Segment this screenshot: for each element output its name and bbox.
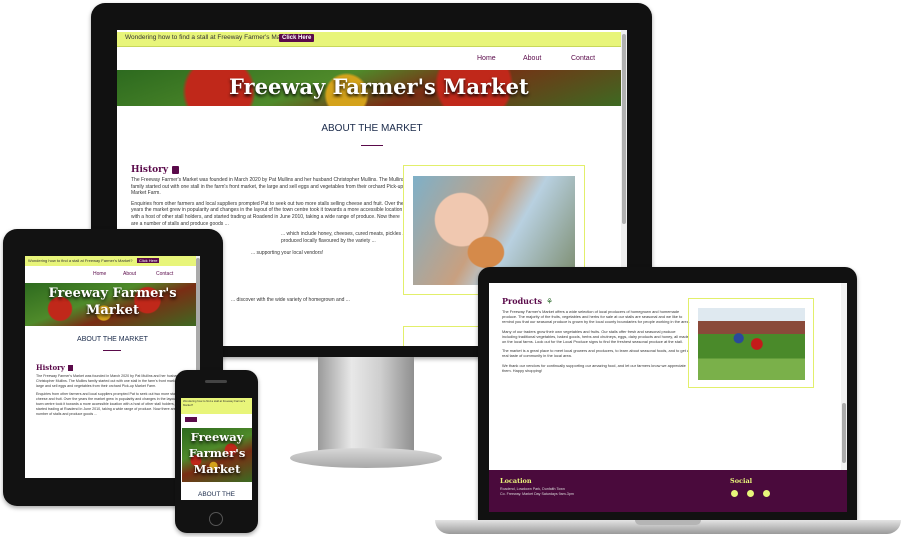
tablet-heading-divider (103, 350, 121, 351)
phone-screen: Wondering how to find a stall at Freeway… (181, 398, 252, 500)
products-paragraph-1: The Freeway Farmer's Market offers a wid… (502, 309, 690, 325)
announcement-text: Wondering how to find a stall at Freeway… (125, 34, 295, 41)
tablet-history-heading-text: History (36, 363, 65, 372)
garden-image-card (688, 298, 814, 388)
desktop-stand (318, 357, 414, 455)
phone-hero-image: Freeway Farmer's Market (182, 428, 252, 482)
tablet-screen: Wondering how to find a stall at Freeway… (25, 256, 200, 478)
footer-location-line-1: Roadend, Lowdown Park, Dunfaith Town (500, 487, 565, 491)
tablet-click-here-button[interactable]: Click Here (137, 258, 160, 263)
products-heading: Products ⚘ (502, 296, 692, 306)
site-title: Freeway Farmer's Market (229, 74, 529, 99)
tablet-history-section: History The Freeway Farmer's Market was … (36, 363, 191, 417)
laptop-notch (635, 520, 701, 525)
tablet-book-icon (67, 364, 73, 371)
history-heading-text: History (131, 165, 169, 175)
instagram-icon[interactable] (763, 490, 770, 497)
facebook-icon[interactable] (731, 490, 738, 497)
phone-device: Wondering how to find a stall at Freeway… (175, 370, 258, 533)
laptop-scrollbar[interactable] (841, 283, 847, 473)
book-icon (172, 166, 180, 174)
tablet-banner: Wondering how to find a stall at Freeway… (25, 256, 200, 266)
seedling-icon: ⚘ (546, 296, 554, 306)
laptop-scrollbar-thumb[interactable] (842, 403, 846, 463)
phone-site-title-3: Market (193, 462, 241, 476)
tablet-history-paragraph-2: Enquiries from other farmers and local s… (36, 392, 190, 416)
phone-banner-text: Wondering how to find a stall at Freeway… (183, 399, 246, 407)
products-paragraph-3: The market is a great place to meet loca… (502, 348, 690, 359)
phone-speaker (205, 380, 227, 383)
laptop-device: Products ⚘ The Freeway Farmer's Market o… (478, 267, 857, 520)
phone-banner: Wondering how to find a stall at Freeway… (181, 398, 252, 414)
nav-link-contact[interactable]: Contact (571, 55, 595, 62)
phone-home-button[interactable] (209, 512, 223, 526)
phone-site-title-2: Farmer's (188, 446, 246, 460)
announcement-banner: Wondering how to find a stall at Freeway… (117, 32, 627, 47)
tablet-nav-contact[interactable]: Contact (156, 271, 173, 277)
tablet-nav-home[interactable]: Home (93, 271, 106, 277)
phone-site-title-1: Freeway (190, 430, 244, 444)
twitter-icon[interactable] (747, 490, 754, 497)
nav-link-about[interactable]: About (523, 55, 541, 62)
products-heading-text: Products (502, 296, 543, 306)
desktop-stand-base (290, 448, 442, 468)
tablet-banner-text: Wondering how to find a stall at Freeway… (28, 258, 133, 263)
desktop-scrollbar-thumb[interactable] (622, 34, 626, 224)
tablet-hero-image: Freeway Farmer's Market (25, 283, 200, 326)
products-paragraph-4: We thank our vendors for continually sup… (502, 362, 686, 373)
products-paragraph-2: Many of our traders grow their own veget… (502, 328, 689, 345)
tablet-about-heading: ABOUT THE MARKET (77, 336, 148, 343)
site-footer: Location Roadend, Lowdown Park, Dunfaith… (489, 470, 847, 512)
history-heading: History (131, 165, 407, 175)
history-paragraph-2: Enquiries from other farmers and local s… (131, 200, 404, 227)
history-paragraph-1: The Freeway Farmer's Market was founded … (131, 177, 405, 197)
about-heading: ABOUT THE MARKET (321, 123, 423, 134)
heading-divider (361, 145, 383, 146)
tablet-history-paragraph-1: The Freeway Farmer's Market was founded … (36, 374, 185, 388)
footer-social-heading: Social (730, 477, 753, 485)
tablet-site-title-2: Market (86, 303, 139, 318)
footer-location-line-2: Co. Freeway. Market Day Saturdays 9am-3p… (500, 492, 574, 496)
hero-image: Freeway Farmer's Market (117, 70, 627, 106)
phone-menu-button[interactable] (185, 417, 197, 422)
laptop-screen: Products ⚘ The Freeway Farmer's Market o… (489, 283, 847, 512)
products-section: Products ⚘ The Freeway Farmer's Market o… (502, 296, 692, 373)
phone-about-heading: ABOUT THE (198, 491, 235, 498)
garden-photo (698, 308, 805, 380)
tablet-nav-about[interactable]: About (123, 271, 136, 277)
nav-link-home[interactable]: Home (477, 55, 496, 62)
click-here-button[interactable]: Click Here (279, 34, 315, 42)
main-navigation: Home About Contact (117, 48, 627, 70)
tablet-scrollbar-thumb[interactable] (196, 258, 200, 378)
footer-location-heading: Location (500, 477, 532, 485)
tablet-history-heading: History (36, 363, 191, 372)
tablet-site-title-1: Freeway Farmer's (48, 286, 177, 301)
